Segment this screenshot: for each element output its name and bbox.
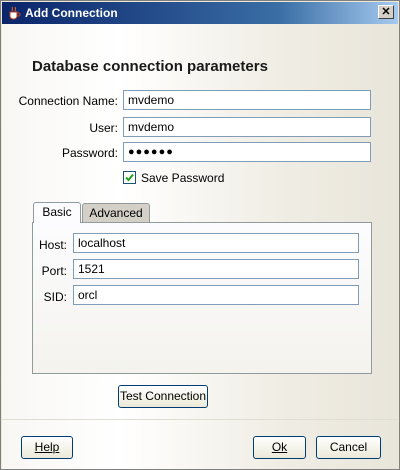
- cancel-button-label: Cancel: [329, 440, 368, 454]
- connection-name-input[interactable]: mvdemo: [123, 90, 371, 110]
- java-cup-icon: [9, 6, 21, 20]
- ok-button-label: Ok: [271, 440, 288, 454]
- save-password-checkbox[interactable]: [123, 171, 136, 184]
- host-label: Host:: [38, 238, 67, 252]
- user-label: User:: [89, 121, 118, 135]
- password-label: Password:: [61, 146, 118, 160]
- close-icon: ✕: [381, 6, 391, 18]
- window-title: Add Connection: [25, 6, 118, 20]
- add-connection-dialog: Add Connection ✕ Database connection par…: [0, 0, 400, 470]
- help-button-label: Help: [34, 440, 60, 454]
- footer-divider: [2, 419, 398, 420]
- port-label: Port:: [41, 264, 67, 278]
- tab-basic[interactable]: Basic: [33, 202, 81, 223]
- user-input[interactable]: mvdemo: [123, 117, 371, 137]
- basic-tab-panel: Host: localhost Port: 1521 SID: orcl: [32, 222, 372, 374]
- sid-input[interactable]: orcl: [73, 285, 359, 305]
- test-connection-button[interactable]: Test Connection: [118, 385, 208, 408]
- host-input[interactable]: localhost: [73, 233, 359, 253]
- save-password-label[interactable]: Save Password: [141, 171, 224, 185]
- cancel-button[interactable]: Cancel: [316, 436, 381, 459]
- sid-label: SID:: [43, 290, 67, 304]
- dialog-body: Database connection parameters Connectio…: [2, 24, 398, 469]
- port-input[interactable]: 1521: [73, 259, 359, 279]
- help-button[interactable]: Help: [21, 436, 73, 459]
- connection-name-label: Connection Name:: [18, 94, 118, 108]
- checkmark-icon: [125, 173, 134, 182]
- close-button[interactable]: ✕: [378, 5, 394, 19]
- password-input[interactable]: ●●●●●●: [123, 142, 371, 162]
- ok-button[interactable]: Ok: [253, 436, 306, 459]
- tab-advanced[interactable]: Advanced: [82, 203, 150, 223]
- title-bar[interactable]: Add Connection ✕: [2, 2, 398, 24]
- section-heading: Database connection parameters: [32, 58, 268, 75]
